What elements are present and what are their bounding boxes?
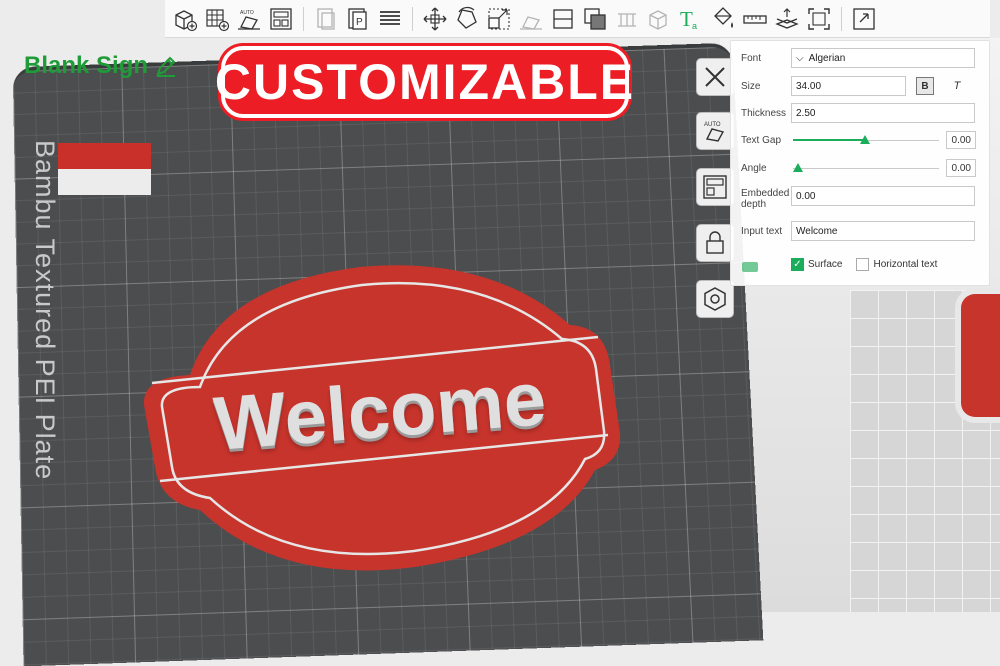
size-label: Size (741, 80, 761, 92)
angle-value: 0.00 (951, 162, 971, 174)
toolbar-separator (841, 6, 842, 31)
pencil-icon (156, 56, 176, 77)
embedded-depth-label: Embedded depth (741, 188, 790, 210)
text-tool-icon[interactable]: Ta (676, 3, 706, 35)
support-paint-icon[interactable] (612, 3, 642, 35)
rotate-icon[interactable] (452, 3, 482, 35)
horizontal-text-label: Horizontal text (873, 258, 938, 270)
size-value: 34.00 (796, 80, 822, 92)
auto-orient-icon: AUTO (704, 122, 725, 142)
boolean-icon[interactable] (580, 3, 610, 35)
hex-nut-icon (704, 287, 726, 311)
angle-slider[interactable] (793, 168, 939, 169)
svg-text:AUTO: AUTO (704, 122, 721, 128)
font-select[interactable]: ⌵ Algerian (791, 48, 975, 68)
angle-slider-thumb[interactable] (793, 163, 803, 172)
font-label: Font (741, 52, 762, 64)
lay-on-face-icon[interactable] (516, 3, 546, 35)
paint-bucket-icon[interactable] (708, 3, 738, 35)
paste-icon[interactable]: P (343, 3, 373, 35)
options-row: ✓ Surface Horizontal text (791, 254, 974, 274)
text-gap-row: Text Gap 0.00 (741, 130, 976, 150)
add-plate-icon[interactable] (202, 3, 232, 35)
surface-label: Surface (808, 258, 843, 270)
panel-tab-indicator (742, 262, 758, 272)
embedded-depth-row: Embedded depth 0.00 (741, 186, 975, 212)
text-gap-slider-thumb[interactable] (860, 135, 870, 144)
input-text-field[interactable]: Welcome (791, 221, 975, 241)
embedded-depth-value: 0.00 (796, 190, 816, 202)
text-gap-input[interactable]: 0.00 (946, 131, 976, 149)
close-button[interactable] (696, 58, 734, 96)
svg-text:a: a (692, 21, 697, 31)
auto-orient-icon[interactable]: AUTO (234, 3, 264, 35)
add-cube-icon[interactable] (170, 3, 200, 35)
measure-ruler-icon[interactable] (740, 3, 770, 35)
blank-sign-label: Blank Sign (24, 52, 178, 80)
fit-view-icon[interactable] (804, 3, 834, 35)
layers-icon[interactable] (375, 3, 405, 35)
cut-icon[interactable] (548, 3, 578, 35)
input-text-row: Input text Welcome (741, 221, 975, 241)
lock-side-button[interactable] (696, 224, 734, 262)
scale-icon[interactable] (484, 3, 514, 35)
text-properties-panel: Font ⌵ Algerian Size 34.00 B T Thickness… (730, 40, 990, 286)
thickness-input[interactable]: 2.50 (791, 103, 975, 123)
text-gap-slider-fill (793, 139, 865, 141)
arrange-side-button[interactable] (696, 168, 734, 206)
top-toolbar: AUTO P Ta (165, 0, 990, 38)
surface-checkbox[interactable]: ✓ (791, 257, 804, 271)
size-row: Size 34.00 B T (741, 76, 974, 96)
chevron-down-icon: ⌵ (796, 52, 804, 64)
text-gap-value: 0.00 (951, 134, 971, 146)
thickness-value: 2.50 (796, 107, 816, 119)
toolbar-separator (303, 6, 304, 31)
horizontal-text-checkbox[interactable] (856, 257, 870, 271)
angle-label: Angle (741, 162, 767, 174)
arrange-icon (703, 175, 727, 199)
input-text-label: Input text (741, 225, 783, 237)
embedded-depth-input[interactable]: 0.00 (791, 186, 975, 206)
blank-sign-text: Blank Sign (24, 52, 149, 79)
lock-icon (706, 231, 724, 254)
auto-orient-side-button[interactable]: AUTO (696, 112, 734, 150)
plate-flag (58, 143, 151, 195)
copy-icon[interactable] (311, 3, 341, 35)
explode-icon[interactable] (849, 3, 879, 35)
svg-text:AUTO: AUTO (240, 10, 254, 16)
svg-text:P: P (356, 17, 363, 28)
arrange-icon[interactable] (266, 3, 296, 35)
font-value: Algerian (808, 52, 846, 64)
font-row: Font ⌵ Algerian (741, 48, 975, 68)
text-gap-label: Text Gap (741, 134, 782, 146)
angle-row: Angle 0.00 (741, 158, 976, 178)
toolbar-separator (412, 6, 413, 31)
thickness-label: Thickness (741, 107, 787, 119)
settings-side-button[interactable] (696, 280, 734, 318)
move-icon[interactable] (420, 3, 450, 35)
size-input[interactable]: 34.00 (791, 76, 906, 96)
measure-cube-icon[interactable] (644, 3, 674, 35)
plate-label: Bambu Textured PEI Plate (30, 140, 60, 481)
bold-button[interactable]: B (916, 77, 934, 95)
close-icon (705, 67, 725, 87)
assembly-icon[interactable] (772, 3, 802, 35)
thickness-row: Thickness 2.50 (741, 103, 975, 123)
angle-input[interactable]: 0.00 (946, 159, 976, 177)
secondary-sign-model[interactable] (955, 288, 1000, 423)
customizable-banner: CUSTOMIZABLE (215, 46, 633, 118)
input-text-value: Welcome (796, 225, 838, 237)
italic-button[interactable]: T (948, 77, 966, 95)
